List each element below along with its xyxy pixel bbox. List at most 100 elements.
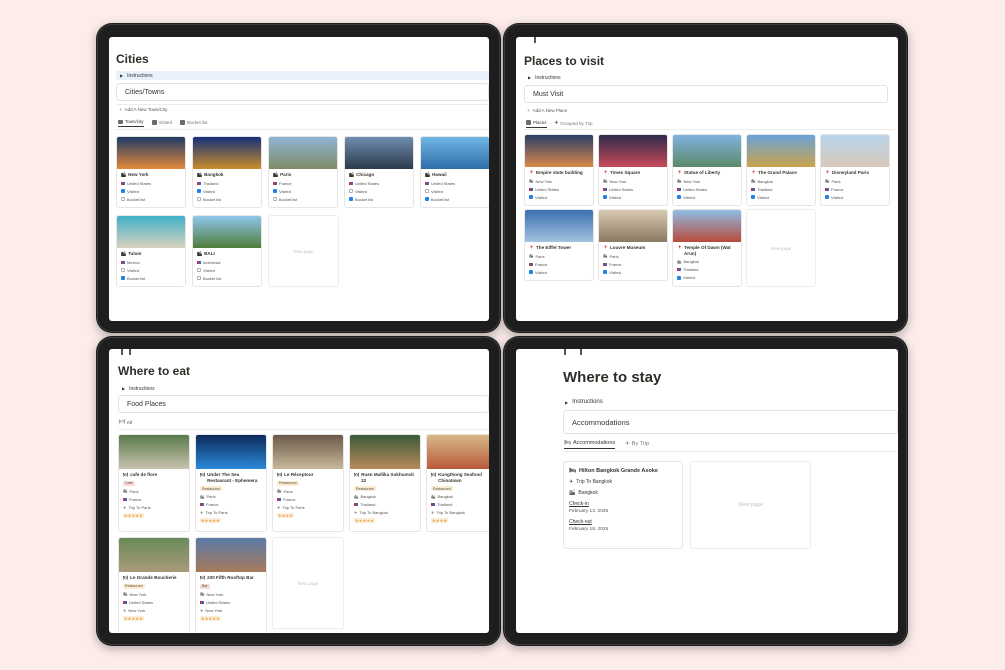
city-icon: 🏙 bbox=[123, 592, 128, 597]
accommodation-card[interactable]: 🛏 Hilton Bangkok Grande Asoke ✈ Trip To Ba… bbox=[563, 461, 683, 549]
restaurant-card[interactable]: 🍽 Ruen Mallika Sukhumvit 22 Restaurant 🏙 Ban… bbox=[349, 434, 421, 532]
visited-checkbox[interactable] bbox=[603, 195, 607, 200]
tab-bucket-list[interactable]: Bucket list bbox=[179, 119, 207, 127]
new-page-button[interactable]: New page bbox=[690, 461, 811, 549]
bucket-list-checkbox[interactable] bbox=[425, 197, 429, 202]
city-card[interactable]: 🏙 New York United States Visited Bucket list bbox=[116, 136, 186, 208]
city-card[interactable]: 🏙 BALI Indonesia Visited Bucket list bbox=[192, 215, 262, 287]
restaurant-card[interactable]: 🍽 cafe de flore Cafe 🏙 Paris France ✈ Trip To P… bbox=[118, 434, 190, 532]
visited-checkbox[interactable] bbox=[349, 189, 353, 194]
city-name[interactable]: Paris bbox=[831, 179, 840, 184]
tab-all[interactable]: 🍽 All bbox=[119, 419, 132, 427]
city-name[interactable]: New York bbox=[206, 592, 223, 597]
instructions-toggle[interactable]: ▶ Instructions bbox=[561, 397, 603, 407]
place-card[interactable]: 📍 The Grand Palace 🏙 Bangkok Thailand Visited bbox=[746, 134, 816, 206]
visited-checkbox[interactable] bbox=[121, 189, 125, 194]
restaurant-card[interactable]: 🍽 Under The Sea Restaurant - Ephemera Rest… bbox=[195, 434, 267, 532]
trip-name[interactable]: Trip To Bangkok bbox=[436, 510, 465, 515]
restaurant-card[interactable]: 🍽 Le Grande Boucherie Restaurant 🏙 New York U… bbox=[118, 537, 190, 633]
add-place-button[interactable]: + Add A New Place bbox=[527, 108, 567, 113]
stay-screen: Where to stay ▶ Instructions Accommodati… bbox=[516, 349, 898, 633]
city-cover-image bbox=[193, 216, 261, 248]
country-name: United States bbox=[206, 599, 231, 605]
place-card[interactable]: 📍 Times Square 🏙 New York United States Visit… bbox=[598, 134, 668, 206]
place-card[interactable]: 📍 Louvre Museum 🏙 Paris France Visited bbox=[598, 209, 668, 281]
visited-checkbox[interactable] bbox=[273, 189, 277, 194]
restaurant-card[interactable]: 🍽 230 Fifth Rooftop Bar Bar 🏙 New York United… bbox=[195, 537, 267, 633]
bucket-list-checkbox[interactable] bbox=[273, 197, 277, 202]
tab-places[interactable]: Places bbox=[526, 120, 547, 128]
visited-checkbox[interactable] bbox=[529, 195, 533, 200]
bucket-list-checkbox[interactable] bbox=[121, 197, 125, 202]
city-name[interactable]: Paris bbox=[609, 254, 618, 259]
city-card[interactable]: 🏙 Chicago United States Visited Bucket list bbox=[344, 136, 414, 208]
restaurant-card[interactable]: 🍽 Le Réceptour Restaurant 🏙 Paris France ✈ Trip… bbox=[272, 434, 344, 532]
visited-checkbox[interactable] bbox=[825, 195, 829, 200]
place-card[interactable]: 📍 Empire state building 🏙 New York United St… bbox=[524, 134, 594, 206]
trip-name[interactable]: Trip To Paris bbox=[282, 505, 304, 510]
city-name[interactable]: Bangkok bbox=[437, 494, 453, 499]
country-row: United States bbox=[603, 187, 663, 192]
city-name[interactable]: Bangkok bbox=[757, 179, 773, 184]
page-icon bbox=[121, 349, 131, 355]
add-city-button[interactable]: + Add A New Town/City bbox=[119, 107, 167, 112]
city-card[interactable]: 🏙 Hawaii United States Visited Bucket list bbox=[420, 136, 489, 208]
card-body: 🏙 Hawaii United States Visited Bucket list bbox=[421, 169, 489, 205]
city-card[interactable]: 🏙 Bangkok Thailand Visited Bucket list bbox=[192, 136, 262, 208]
trip-name[interactable]: New York bbox=[128, 608, 145, 613]
instructions-toggle[interactable]: ▶ Instructions bbox=[116, 71, 489, 80]
place-card[interactable]: 📍 The Eiffel Tower 🏙 Paris France Visited bbox=[524, 209, 594, 281]
tab-accommodations[interactable]: 🛏 Accommodations bbox=[564, 440, 616, 449]
trip-name[interactable]: Trip To Bangkok bbox=[359, 510, 388, 515]
tablet-places: Places to visit ▶ Instructions Must Visi… bbox=[503, 23, 908, 333]
utensils-icon: 🍽 bbox=[123, 472, 129, 477]
visited-checkbox[interactable] bbox=[751, 195, 755, 200]
city-name[interactable]: Paris bbox=[129, 489, 138, 494]
bucket-list-checkbox[interactable] bbox=[349, 197, 353, 202]
place-cover-image bbox=[525, 210, 593, 242]
city-name[interactable]: Paris bbox=[535, 254, 544, 259]
city-name[interactable]: New York bbox=[129, 592, 146, 597]
visited-checkbox[interactable] bbox=[677, 275, 681, 280]
place-card[interactable]: 📍 Temple Of Dawn (Wat Arun) 🏙 Bangkok Thaila… bbox=[672, 209, 742, 287]
trip-name[interactable]: Trip To Paris bbox=[205, 510, 227, 515]
instructions-toggle[interactable]: ▶ Instructions bbox=[524, 73, 561, 82]
city-link[interactable]: Bangkok bbox=[578, 490, 597, 496]
visited-checkbox[interactable] bbox=[529, 270, 533, 275]
tab-visited[interactable]: Visited bbox=[151, 119, 172, 127]
city-name[interactable]: New York bbox=[609, 179, 626, 184]
city-name[interactable]: New York bbox=[535, 179, 552, 184]
place-card[interactable]: 📍 Statue of Liberty 🏙 New York United States… bbox=[672, 134, 742, 206]
restaurant-card[interactable]: 🍽 Kungthong Seafood Chinatown Restaurant 🏙 B… bbox=[426, 434, 489, 532]
city-card[interactable]: 🏙 Tulum Mexico Visited Bucket list bbox=[116, 215, 186, 287]
trip-name[interactable]: New York bbox=[205, 608, 222, 613]
bucket-list-checkbox[interactable] bbox=[197, 197, 201, 202]
visited-checkbox[interactable] bbox=[121, 268, 125, 273]
new-page-button[interactable]: New page bbox=[746, 209, 816, 287]
instructions-toggle[interactable]: ▶ Instructions bbox=[118, 384, 155, 393]
city-name[interactable]: Paris bbox=[283, 489, 292, 494]
trip-link[interactable]: Trip To Bangkok bbox=[576, 479, 612, 485]
new-page-button[interactable]: New page bbox=[268, 215, 339, 287]
city-card[interactable]: 🏙 Paris France Visited Bucket list bbox=[268, 136, 338, 208]
visited-checkbox[interactable] bbox=[677, 195, 681, 200]
tab-town-city[interactable]: Town/city bbox=[118, 119, 144, 127]
cities-screen: Cities ▶ Instructions Cities/Towns + Add… bbox=[109, 37, 489, 321]
tab-grouped-by-trip[interactable]: ✚ Grouped by Trip bbox=[555, 120, 593, 128]
bucket-list-checkbox[interactable] bbox=[197, 276, 201, 281]
city-name[interactable]: Bangkok bbox=[683, 259, 699, 264]
new-page-button[interactable]: New page bbox=[272, 537, 344, 629]
city-name[interactable]: Paris bbox=[206, 494, 215, 499]
visited-checkbox[interactable] bbox=[603, 270, 607, 275]
visited-checkbox[interactable] bbox=[197, 268, 201, 273]
bucket-list-checkbox[interactable] bbox=[121, 276, 125, 281]
city-name[interactable]: Bangkok bbox=[360, 494, 376, 499]
trip-name[interactable]: Trip To Paris bbox=[128, 505, 150, 510]
flag-icon bbox=[200, 600, 204, 604]
place-card[interactable]: 📍 Disneyland Paris 🏙 Paris France Visited bbox=[820, 134, 890, 206]
visited-checkbox[interactable] bbox=[425, 189, 429, 194]
tab-by-trip[interactable]: ✈ By Trip bbox=[625, 440, 649, 449]
trip-row: ✈ Trip To Paris bbox=[200, 510, 262, 515]
city-name[interactable]: New York bbox=[683, 179, 700, 184]
visited-checkbox[interactable] bbox=[197, 189, 201, 194]
